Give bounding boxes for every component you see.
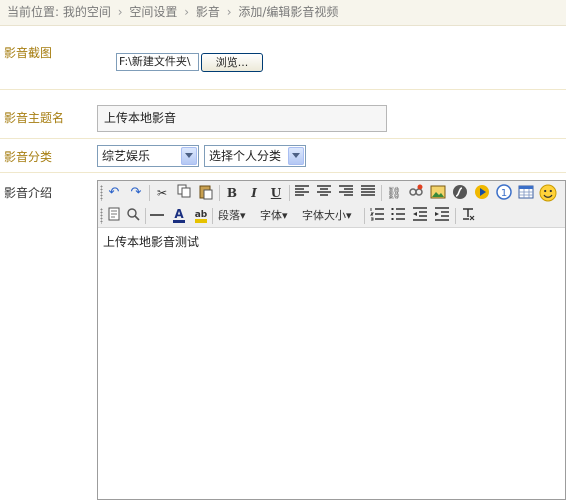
italic-icon[interactable]: I [245, 184, 263, 202]
dropdown-arrow-icon: ▾ [346, 209, 352, 222]
title-input[interactable]: 上传本地影音 [97, 105, 387, 132]
toolbar-separator [455, 208, 456, 224]
font-dropdown[interactable]: 字体▾ [260, 207, 288, 225]
intro-label: 影音介绍 [4, 186, 53, 200]
remove-format-icon[interactable] [459, 207, 477, 225]
svg-text:1: 1 [501, 188, 507, 199]
image-icon[interactable] [429, 184, 447, 202]
breadcrumb-item-my-space[interactable]: 我的空间 [63, 5, 111, 19]
category-select[interactable]: 综艺娱乐 [97, 145, 199, 167]
table-icon[interactable] [517, 184, 535, 202]
personal-category-select-value: 选择个人分类 [209, 149, 282, 163]
editor-content[interactable]: 上传本地影音测试 [103, 233, 199, 250]
paste-icon[interactable] [197, 184, 215, 202]
breadcrumb-separator: › [226, 5, 232, 19]
unordered-list-icon[interactable] [389, 207, 407, 225]
browse-button[interactable]: 浏览... [201, 53, 263, 72]
toolbar-separator [289, 185, 290, 201]
background-color-icon[interactable]: ab [192, 207, 210, 225]
dropdown-arrow-icon: ▾ [282, 209, 288, 222]
underline-icon[interactable]: U [267, 184, 285, 202]
align-left-icon[interactable] [293, 184, 311, 202]
media-icon[interactable] [473, 184, 491, 202]
category-select-value: 综艺娱乐 [102, 149, 151, 163]
font-color-icon[interactable]: A [170, 207, 188, 225]
editor-toolbar: ↶ ↷ ✂ B I U ⛓ 1 A ab 段落▾ 字体▾ 字体大小▾ [98, 181, 565, 228]
indent-icon[interactable] [433, 207, 451, 225]
row-divider [0, 172, 566, 173]
font-dropdown-label: 字体 [260, 209, 282, 222]
ordered-list-icon[interactable] [368, 207, 386, 225]
row-divider [0, 138, 566, 139]
flash-icon[interactable] [451, 184, 469, 202]
rich-text-editor[interactable]: ↶ ↷ ✂ B I U ⛓ 1 A ab 段落▾ 字体▾ 字体大小▾ 上传本地影… [97, 180, 566, 500]
unlink-icon[interactable] [407, 184, 425, 202]
breadcrumb-prefix: 当前位置: [7, 5, 60, 19]
redo-icon[interactable]: ↷ [127, 184, 145, 202]
align-justify-icon[interactable] [359, 184, 377, 202]
font-size-dropdown-label: 字体大小 [302, 209, 346, 222]
copy-icon[interactable] [175, 184, 193, 202]
breadcrumb-separator: › [117, 5, 123, 19]
info-icon[interactable]: 1 [495, 184, 513, 202]
paragraph-dropdown-label: 段落 [218, 209, 240, 222]
toolbar-separator [381, 185, 382, 201]
personal-category-select[interactable]: 选择个人分类 [204, 145, 306, 167]
outdent-icon[interactable] [411, 207, 429, 225]
toolbar-separator [219, 185, 220, 201]
chevron-down-icon [288, 147, 304, 165]
toolbar-grip [100, 185, 103, 201]
title-label: 影音主题名 [4, 111, 65, 125]
toolbar-separator [149, 185, 150, 201]
breadcrumb-item-space-settings[interactable]: 空间设置 [129, 5, 177, 19]
toolbar-separator [145, 208, 146, 224]
align-center-icon[interactable] [315, 184, 333, 202]
align-right-icon[interactable] [337, 184, 355, 202]
dropdown-arrow-icon: ▾ [240, 209, 246, 222]
breadcrumb-separator: › [184, 5, 190, 19]
breadcrumb: 当前位置: 我的空间 › 空间设置 › 影音 › 添加/编辑影音视频 [0, 0, 566, 26]
row-divider [0, 89, 566, 90]
screenshot-file-input[interactable]: F:\新建文件夹\ [116, 53, 199, 71]
cut-icon[interactable]: ✂ [153, 184, 171, 202]
svg-text:ab: ab [195, 210, 208, 220]
chevron-down-icon [181, 147, 197, 165]
font-size-dropdown[interactable]: 字体大小▾ [302, 207, 352, 225]
bold-icon[interactable]: B [223, 184, 241, 202]
link-icon[interactable]: ⛓ [385, 184, 403, 202]
source-code-icon[interactable] [105, 207, 123, 225]
screenshot-label: 影音截图 [4, 46, 53, 60]
undo-icon[interactable]: ↶ [105, 184, 123, 202]
paragraph-dropdown[interactable]: 段落▾ [218, 207, 246, 225]
toolbar-separator [212, 208, 213, 224]
breadcrumb-item-current: 添加/编辑影音视频 [238, 5, 339, 19]
smiley-icon[interactable] [539, 184, 557, 202]
category-label: 影音分类 [4, 150, 53, 164]
toolbar-row-2: A ab 段落▾ 字体▾ 字体大小▾ [98, 205, 565, 227]
preview-search-icon[interactable] [124, 207, 142, 225]
breadcrumb-item-media[interactable]: 影音 [196, 5, 220, 19]
svg-text:A: A [174, 207, 184, 221]
toolbar-grip [100, 208, 103, 224]
toolbar-separator [364, 208, 365, 224]
horizontal-rule-icon[interactable] [148, 207, 166, 225]
toolbar-row-1: ↶ ↷ ✂ B I U ⛓ 1 [98, 182, 565, 204]
